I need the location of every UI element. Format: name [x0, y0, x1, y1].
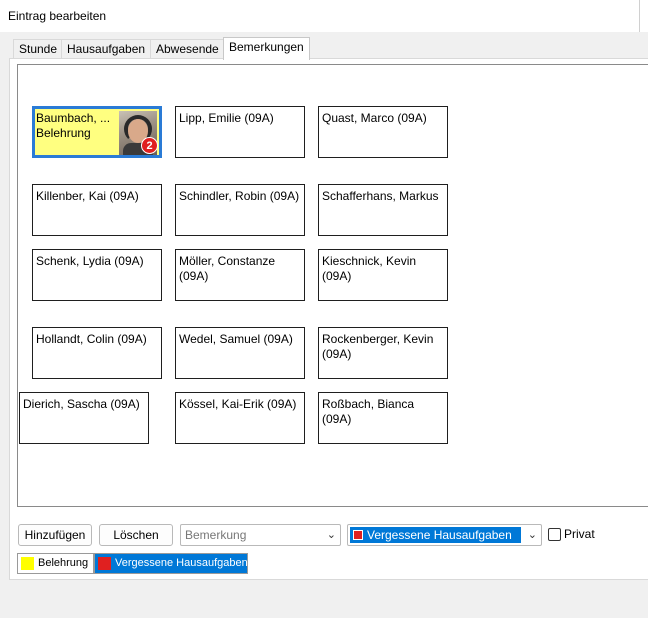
- student-card[interactable]: Wedel, Samuel (09A): [175, 327, 305, 379]
- window-title: Eintrag bearbeiten: [8, 9, 107, 23]
- legend-item-vergessene-hausaufgaben: Vergessene Hausaufgaben: [94, 553, 248, 574]
- student-name: Kieschnick, Kevin (09A): [322, 254, 417, 283]
- student-name: Quast, Marco (09A): [322, 111, 427, 125]
- category-select[interactable]: Vergessene Hausaufgaben ⌄: [347, 524, 542, 546]
- tab-stunde[interactable]: Stunde: [13, 39, 64, 59]
- legend-color-swatch: [21, 557, 34, 570]
- student-name: Lipp, Emilie (09A): [179, 111, 274, 125]
- student-card[interactable]: Schindler, Robin (09A): [175, 184, 305, 236]
- private-checkbox[interactable]: [548, 528, 561, 541]
- student-card[interactable]: Hollandt, Colin (09A): [32, 327, 162, 379]
- chevron-down-icon[interactable]: ⌄: [528, 525, 537, 545]
- student-card[interactable]: Dierich, Sascha (09A): [19, 392, 149, 444]
- remark-count-badge: 2: [141, 137, 158, 154]
- student-name: Schindler, Robin (09A): [179, 189, 300, 203]
- legend-label: Vergessene Hausaufgaben: [115, 557, 248, 569]
- student-name: Hollandt, Colin (09A): [36, 332, 147, 346]
- student-name: Killenber, Kai (09A): [36, 189, 139, 203]
- remark-placeholder: Bemerkung: [185, 528, 247, 542]
- student-name: Roßbach, Bianca (09A): [322, 397, 415, 426]
- legend-item-belehrung: Belehrung: [17, 553, 94, 574]
- category-selected-value: Vergessene Hausaufgaben: [350, 527, 521, 543]
- chevron-down-icon[interactable]: ⌄: [327, 525, 336, 545]
- student-name: Rockenberger, Kevin (09A): [322, 332, 434, 361]
- student-name: Schenk, Lydia (09A): [36, 254, 144, 268]
- student-card[interactable]: Kössel, Kai-Erik (09A): [175, 392, 305, 444]
- student-card[interactable]: Schenk, Lydia (09A): [32, 249, 162, 301]
- delete-button[interactable]: Löschen: [99, 524, 173, 546]
- category-label: Vergessene Hausaufgaben: [367, 528, 512, 542]
- private-label: Privat: [564, 527, 595, 541]
- tab-hausaufgaben[interactable]: Hausaufgaben: [61, 39, 152, 59]
- student-card[interactable]: Quast, Marco (09A): [318, 106, 448, 158]
- student-seating-area: Baumbach, ... Belehrung 2 Lipp, Emilie (…: [17, 64, 648, 507]
- student-card[interactable]: Rockenberger, Kevin (09A): [318, 327, 448, 379]
- tab-abwesende[interactable]: Abwesende: [150, 39, 225, 59]
- category-color-swatch: [353, 530, 363, 540]
- student-name: Möller, Constanze (09A): [179, 254, 276, 283]
- student-name: Wedel, Samuel (09A): [179, 332, 293, 346]
- title-bar: Eintrag bearbeiten: [0, 0, 648, 32]
- titlebar-divider: [639, 0, 640, 32]
- student-card[interactable]: Lipp, Emilie (09A): [175, 106, 305, 158]
- student-card[interactable]: Schafferhans, Markus: [318, 184, 448, 236]
- legend-label: Belehrung: [38, 557, 89, 569]
- tab-bemerkungen[interactable]: Bemerkungen: [223, 37, 310, 60]
- student-card[interactable]: Baumbach, ... Belehrung 2: [32, 106, 162, 158]
- student-card[interactable]: Kieschnick, Kevin (09A): [318, 249, 448, 301]
- remark-combobox[interactable]: Bemerkung ⌄: [180, 524, 341, 546]
- student-name: Schafferhans, Markus: [322, 189, 439, 203]
- legend-color-swatch: [98, 557, 111, 570]
- add-button[interactable]: Hinzufügen: [18, 524, 92, 546]
- student-card[interactable]: Möller, Constanze (09A): [175, 249, 305, 301]
- student-card[interactable]: Roßbach, Bianca (09A): [318, 392, 448, 444]
- student-card[interactable]: Killenber, Kai (09A): [32, 184, 162, 236]
- student-name: Kössel, Kai-Erik (09A): [179, 397, 297, 411]
- student-name: Dierich, Sascha (09A): [23, 397, 140, 411]
